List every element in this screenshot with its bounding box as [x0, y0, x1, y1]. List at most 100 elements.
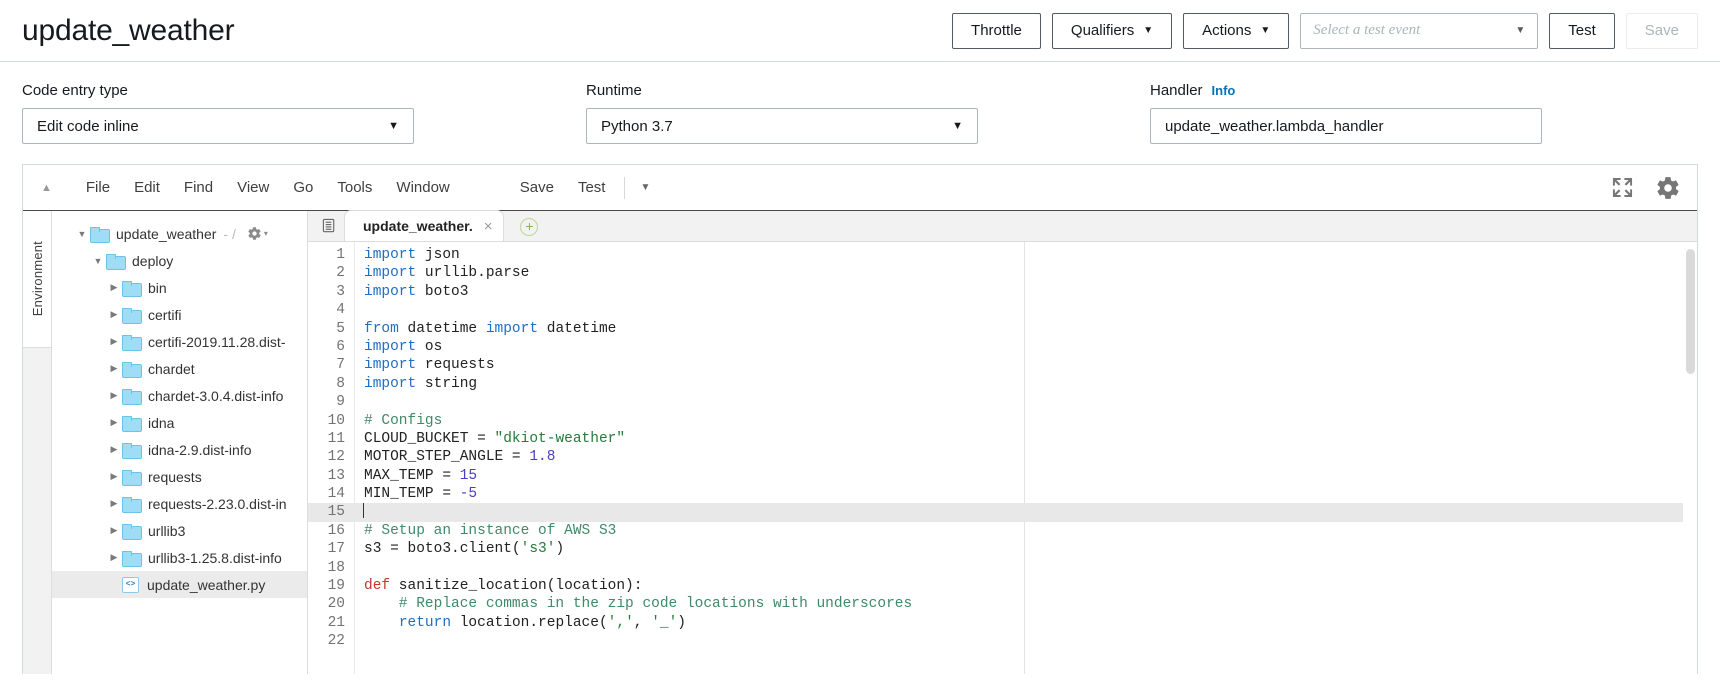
handler-info-link[interactable]: Info	[1212, 83, 1236, 98]
code-line[interactable]: import boto3	[355, 283, 1697, 301]
twisty-icon[interactable]: ▶	[106, 282, 122, 293]
code-line[interactable]: return location.replace(',', '_')	[355, 614, 1697, 632]
tree-row-root[interactable]: ▼ update_weather - / ▾	[52, 220, 307, 247]
actions-button[interactable]: Actions ▼	[1183, 13, 1289, 49]
code-token-str: 's3'	[521, 541, 556, 557]
code-line[interactable]	[355, 301, 1697, 319]
handler-label: Handler Info	[1150, 82, 1542, 99]
twisty-icon[interactable]: ▶	[106, 471, 122, 482]
runtime-select[interactable]: Python 3.7 ▼	[586, 108, 978, 144]
code-line[interactable]: from datetime import datetime	[355, 320, 1697, 338]
code-line[interactable]: import string	[355, 375, 1697, 393]
code-token-com: # Configs	[364, 413, 442, 429]
code-line[interactable]	[355, 632, 1697, 650]
menu-view[interactable]: View	[225, 175, 281, 200]
tree-row[interactable]: ▶ requests-2.23.0.dist-in	[52, 490, 307, 517]
test-button[interactable]: Test	[1549, 13, 1615, 49]
twisty-icon[interactable]: ▼	[74, 229, 90, 239]
code-line[interactable]: MIN_TEMP = -5	[355, 485, 1697, 503]
expand-icon[interactable]	[1612, 177, 1633, 198]
code-token-txt: )	[555, 541, 564, 557]
ide-test-button[interactable]: Test	[566, 175, 618, 200]
add-tab-icon[interactable]: +	[520, 218, 538, 236]
code-line[interactable]: MAX_TEMP = 15	[355, 467, 1697, 485]
tree-row[interactable]: ▶certifi	[52, 301, 307, 328]
folder-icon	[122, 551, 140, 565]
twisty-icon[interactable]: ▶	[106, 525, 122, 536]
tree-row-label: requests-2.23.0.dist-in	[148, 496, 287, 512]
throttle-button[interactable]: Throttle	[952, 13, 1041, 49]
ide-save-button[interactable]: Save	[508, 175, 566, 200]
code-editor[interactable]: 12345678910111213141516171819202122 impo…	[308, 242, 1697, 674]
runtime-field: Runtime Python 3.7 ▼	[586, 82, 978, 144]
handler-label-text: Handler	[1150, 82, 1203, 99]
code-line[interactable]: import requests	[355, 356, 1697, 374]
twisty-icon[interactable]: ▶	[106, 417, 122, 428]
twisty-icon[interactable]: ▼	[90, 256, 106, 266]
twisty-icon[interactable]: ▶	[106, 498, 122, 509]
code-entry-type-label-text: Code entry type	[22, 82, 128, 99]
menu-find[interactable]: Find	[172, 175, 225, 200]
code-line[interactable]	[355, 503, 1697, 521]
tree-row[interactable]: ▶idna	[52, 409, 307, 436]
folder-icon	[122, 416, 140, 430]
handler-input[interactable]: update_weather.lambda_handler	[1150, 108, 1542, 144]
gear-icon	[247, 226, 262, 241]
gear-icon[interactable]	[1655, 175, 1681, 201]
tree-row[interactable]: ▶chardet	[52, 355, 307, 382]
tree-row[interactable]: ▶requests	[52, 463, 307, 490]
qualifiers-button[interactable]: Qualifiers ▼	[1052, 13, 1172, 49]
twisty-icon[interactable]: ▶	[106, 309, 122, 320]
code-entry-type-value: Edit code inline	[37, 118, 139, 135]
line-number: 20	[308, 595, 354, 613]
tree-row[interactable]: ▼deploy	[52, 247, 307, 274]
editor-scrollbar-thumb[interactable]	[1686, 249, 1695, 374]
tree-settings-menu[interactable]: ▾	[247, 226, 268, 241]
tree-row[interactable]: ▶urllib3-1.25.8.dist-info	[52, 544, 307, 571]
code-line[interactable]: MOTOR_STEP_ANGLE = 1.8	[355, 448, 1697, 466]
ide-run-options-caret-icon[interactable]: ▼	[632, 178, 658, 197]
menu-window[interactable]: Window	[384, 175, 461, 200]
line-number: 19	[308, 577, 354, 595]
twisty-icon[interactable]: ▶	[106, 336, 122, 347]
collapse-caret-icon[interactable]: ▲	[41, 182, 52, 194]
tree-row[interactable]: ▶idna-2.9.dist-info	[52, 436, 307, 463]
code-line[interactable]: import os	[355, 338, 1697, 356]
code-line[interactable]: # Setup an instance of AWS S3	[355, 522, 1697, 540]
editor-scrollbar[interactable]	[1683, 242, 1697, 674]
code-line[interactable]: # Configs	[355, 412, 1697, 430]
code-line[interactable]	[355, 393, 1697, 411]
menu-file[interactable]: File	[74, 175, 122, 200]
tree-row[interactable]: ▶ certifi-2019.11.28.dist-	[52, 328, 307, 355]
code-line[interactable]	[355, 559, 1697, 577]
twisty-icon[interactable]: ▶	[106, 444, 122, 455]
code-line[interactable]: s3 = boto3.client('s3')	[355, 540, 1697, 558]
code-line[interactable]: def sanitize_location(location):	[355, 577, 1697, 595]
code-token-kw2: def	[364, 578, 390, 594]
tree-row[interactable]: ▶chardet-3.0.4.dist-info	[52, 382, 307, 409]
test-event-select[interactable]: Select a test event ▼	[1300, 13, 1538, 49]
editor-file-tab[interactable]: update_weather. ×	[344, 210, 504, 241]
save-button[interactable]: Save	[1626, 13, 1698, 49]
twisty-icon[interactable]: ▶	[106, 363, 122, 374]
code-line[interactable]: import json	[355, 246, 1697, 264]
line-number: 22	[308, 632, 354, 650]
tree-row[interactable]: <>update_weather.py	[52, 571, 307, 598]
tab-list-icon[interactable]	[314, 210, 344, 241]
code-entry-type-select[interactable]: Edit code inline ▼	[22, 108, 414, 144]
tree-row[interactable]: ▶urllib3	[52, 517, 307, 544]
tree-row-label: certifi-2019.11.28.dist-	[148, 334, 285, 350]
environment-tab[interactable]: Environment	[23, 211, 51, 348]
code-content[interactable]: import jsonimport urllib.parseimport bot…	[354, 242, 1697, 674]
chevron-down-icon: ▼	[1515, 25, 1525, 36]
menu-go[interactable]: Go	[281, 175, 325, 200]
tree-row[interactable]: ▶bin	[52, 274, 307, 301]
menu-edit[interactable]: Edit	[122, 175, 172, 200]
close-icon[interactable]: ×	[484, 218, 493, 235]
menu-tools[interactable]: Tools	[325, 175, 384, 200]
code-line[interactable]: # Replace commas in the zip code locatio…	[355, 595, 1697, 613]
twisty-icon[interactable]: ▶	[106, 552, 122, 563]
code-line[interactable]: CLOUD_BUCKET = "dkiot-weather"	[355, 430, 1697, 448]
code-line[interactable]: import urllib.parse	[355, 264, 1697, 282]
twisty-icon[interactable]: ▶	[106, 390, 122, 401]
